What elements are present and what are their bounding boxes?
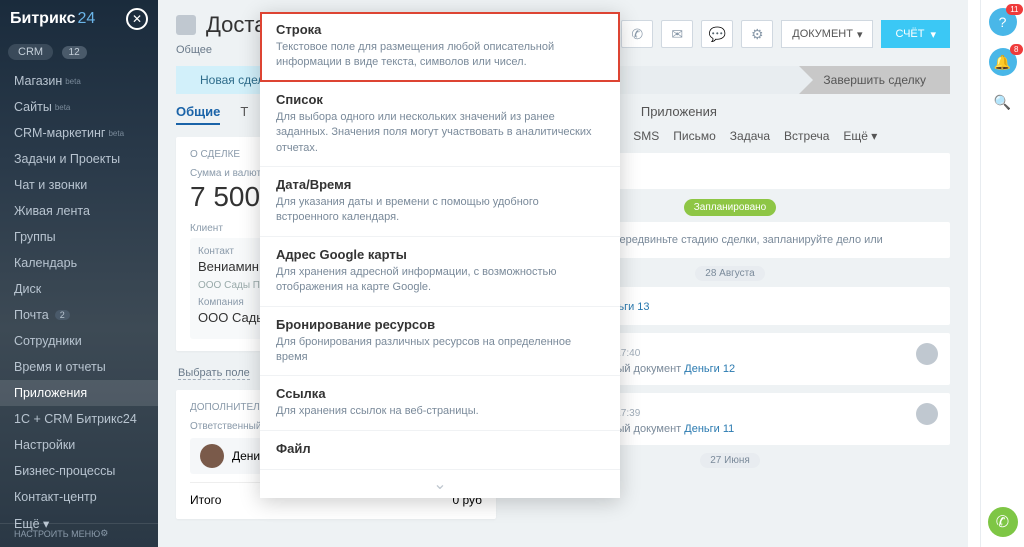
sidebar-item[interactable]: Живая лента <box>0 198 158 224</box>
phone-button[interactable]: ✆ <box>988 507 1018 537</box>
dropdown-item[interactable]: Дата/ВремяДля указания даты и времени с … <box>260 167 620 237</box>
document-button[interactable]: ДОКУМЕНТ ▾ <box>781 20 873 48</box>
chat-icon[interactable]: 💬 <box>701 20 733 48</box>
doc-link[interactable]: Деньги 12 <box>684 363 735 375</box>
tab-general[interactable]: Общие <box>176 104 220 125</box>
sidebar-item[interactable]: Почта2 <box>0 302 158 328</box>
tab-other[interactable]: Т <box>240 104 248 125</box>
action-bar: ✆ ✉ 💬 ⚙ ДОКУМЕНТ ▾ СЧЁТ ▾ <box>621 20 950 48</box>
sidebar-item[interactable]: Сотрудники <box>0 328 158 354</box>
sidebar-item[interactable]: Календарь <box>0 250 158 276</box>
crm-count: 12 <box>62 46 87 59</box>
sidebar-item[interactable]: Группы <box>0 224 158 250</box>
avatar-icon <box>176 15 196 35</box>
bill-button[interactable]: СЧЁТ ▾ <box>881 20 950 48</box>
field-type-dropdown: СтрокаТекстовое поле для размещения любо… <box>260 12 620 498</box>
logo-brand: Битрикс <box>10 10 75 28</box>
help-icon[interactable]: ?11 <box>989 8 1017 36</box>
sidebar-item[interactable]: Контакт-центр <box>0 484 158 510</box>
rightbar: ?11 🔔8 🔍 ✆ <box>980 0 1024 547</box>
chevron-down-icon[interactable]: ⌄ <box>260 470 620 498</box>
crm-label: CRM <box>8 44 53 60</box>
sidebar-item[interactable]: Сайтыbeta <box>0 94 158 120</box>
dropdown-item[interactable]: СтрокаТекстовое поле для размещения любо… <box>260 12 620 82</box>
crm-pill[interactable]: CRM 12 <box>8 42 150 60</box>
dropdown-item[interactable]: Бронирование ресурсовДля бронирования ра… <box>260 307 620 377</box>
sidebar-item[interactable]: Приложения <box>0 380 158 406</box>
page-title: Доста <box>206 12 266 38</box>
logo-suffix: 24 <box>77 10 95 28</box>
dropdown-item[interactable]: Адрес Google картыДля хранения адресной … <box>260 237 620 307</box>
gear-icon[interactable]: ⚙ <box>741 20 773 48</box>
avatar-icon <box>916 403 938 425</box>
avatar-icon <box>916 343 938 365</box>
avatar-icon <box>200 444 224 468</box>
doc-link[interactable]: Деньги 11 <box>684 423 734 435</box>
sidebar-item[interactable]: 1С + CRM Битрикс24 <box>0 406 158 432</box>
sidebar-item[interactable]: Диск <box>0 276 158 302</box>
bell-icon[interactable]: 🔔8 <box>989 48 1017 76</box>
tab-apps[interactable]: Приложения <box>641 104 717 119</box>
sidebar-item[interactable]: Бизнес-процессы <box>0 458 158 484</box>
sidebar-item[interactable]: Настройки <box>0 432 158 458</box>
dropdown-item[interactable]: СписокДля выбора одного или нескольких з… <box>260 82 620 167</box>
sidebar-item[interactable]: Чат и звонки <box>0 172 158 198</box>
logo: Битрикс24 ✕ <box>0 0 158 38</box>
dropdown-item[interactable]: СсылкаДля хранения ссылок на веб-страниц… <box>260 376 620 430</box>
planned-badge: Запланировано <box>684 199 777 216</box>
sidebar: Битрикс24 ✕ CRM 12 МагазинbetaСайтыbetaC… <box>0 0 158 547</box>
deal-section-title: О СДЕЛКЕ <box>190 149 240 160</box>
close-icon[interactable]: ✕ <box>126 8 148 30</box>
date-pill: 27 Июня <box>700 453 760 468</box>
select-field-link[interactable]: Выбрать поле <box>178 367 250 380</box>
dropdown-item[interactable]: Файл <box>260 431 620 470</box>
configure-menu[interactable]: НАСТРОИТЬ МЕНЮ ⚙ <box>0 523 158 543</box>
phone-icon[interactable]: ✆ <box>621 20 653 48</box>
sidebar-item[interactable]: Задачи и Проекты <box>0 146 158 172</box>
total-label: Итого <box>190 493 221 507</box>
sidebar-item[interactable]: CRM-маркетингbeta <box>0 120 158 146</box>
sidebar-item[interactable]: Магазинbeta <box>0 68 158 94</box>
mail-icon[interactable]: ✉ <box>661 20 693 48</box>
search-icon[interactable]: 🔍 <box>989 88 1017 116</box>
date-pill: 28 Августа <box>695 266 764 281</box>
sidebar-item[interactable]: Время и отчеты <box>0 354 158 380</box>
pipeline-stage-end[interactable]: Завершить сделку <box>799 66 950 94</box>
